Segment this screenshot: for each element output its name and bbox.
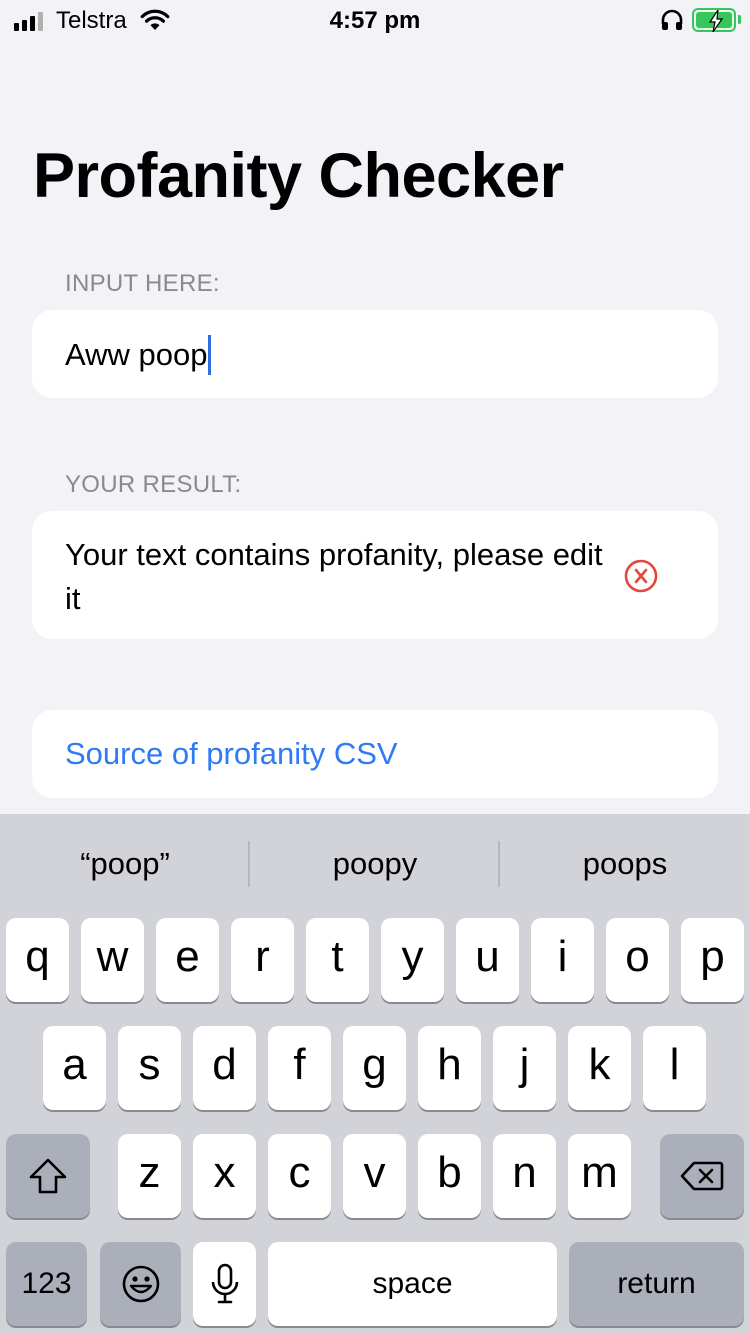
key-l[interactable]: l — [643, 1026, 706, 1110]
key-n[interactable]: n — [493, 1134, 556, 1218]
battery-tip — [738, 15, 741, 24]
key-i[interactable]: i — [531, 918, 594, 1002]
input-section-label: INPUT HERE: — [65, 270, 220, 297]
result-section-label: YOUR RESULT: — [65, 471, 242, 498]
backspace-key[interactable] — [660, 1134, 744, 1218]
key-o[interactable]: o — [606, 918, 669, 1002]
key-j[interactable]: j — [493, 1026, 556, 1110]
suggestion-3[interactable]: poops — [500, 846, 750, 882]
suggestion-bar: “poop” poopy poops — [0, 814, 750, 914]
microphone-key[interactable] — [193, 1242, 256, 1326]
key-f[interactable]: f — [268, 1026, 331, 1110]
space-key[interactable]: space — [268, 1242, 557, 1326]
key-h[interactable]: h — [418, 1026, 481, 1110]
emoji-icon — [122, 1265, 159, 1303]
key-a[interactable]: a — [43, 1026, 106, 1110]
key-y[interactable]: y — [381, 918, 444, 1002]
return-key[interactable]: return — [569, 1242, 744, 1326]
source-link-card[interactable]: Source of profanity CSV — [32, 710, 718, 798]
keyboard: “poop” poopy poops q w e r t y u i o p a… — [0, 814, 750, 1334]
input-value-container[interactable]: Aww poop — [65, 335, 212, 377]
emoji-key[interactable] — [100, 1242, 181, 1326]
input-value[interactable]: Aww poop — [65, 337, 207, 372]
key-b[interactable]: b — [418, 1134, 481, 1218]
key-z[interactable]: z — [118, 1134, 181, 1218]
key-e[interactable]: e — [156, 918, 219, 1002]
key-w[interactable]: w — [81, 918, 144, 1002]
key-r[interactable]: r — [231, 918, 294, 1002]
key-s[interactable]: s — [118, 1026, 181, 1110]
numbers-key[interactable]: 123 — [6, 1242, 87, 1326]
headphones-icon — [660, 9, 684, 36]
battery-charging-icon — [692, 8, 736, 32]
key-q[interactable]: q — [6, 918, 69, 1002]
status-bar: Telstra 4:57 pm — [0, 0, 750, 40]
backspace-icon — [680, 1161, 724, 1191]
key-g[interactable]: g — [343, 1026, 406, 1110]
status-time: 4:57 pm — [329, 7, 421, 34]
key-c[interactable]: c — [268, 1134, 331, 1218]
shift-icon — [29, 1158, 67, 1194]
key-x[interactable]: x — [193, 1134, 256, 1218]
result-card: Your text contains profanity, please edi… — [32, 511, 718, 639]
source-link[interactable]: Source of profanity CSV — [65, 736, 398, 772]
x-circle-icon — [624, 559, 658, 593]
result-text: Your text contains profanity, please edi… — [65, 537, 603, 616]
key-t[interactable]: t — [306, 918, 369, 1002]
key-p[interactable]: p — [681, 918, 744, 1002]
text-caret — [208, 335, 212, 375]
key-m[interactable]: m — [568, 1134, 631, 1218]
key-u[interactable]: u — [456, 918, 519, 1002]
key-d[interactable]: d — [193, 1026, 256, 1110]
microphone-icon — [211, 1263, 238, 1304]
text-input-field[interactable]: Aww poop — [32, 310, 718, 398]
key-k[interactable]: k — [568, 1026, 631, 1110]
suggestion-2[interactable]: poopy — [250, 846, 500, 882]
shift-key[interactable] — [6, 1134, 90, 1218]
page-title: Profanity Checker — [33, 141, 564, 211]
key-v[interactable]: v — [343, 1134, 406, 1218]
suggestion-1[interactable]: “poop” — [0, 846, 250, 882]
